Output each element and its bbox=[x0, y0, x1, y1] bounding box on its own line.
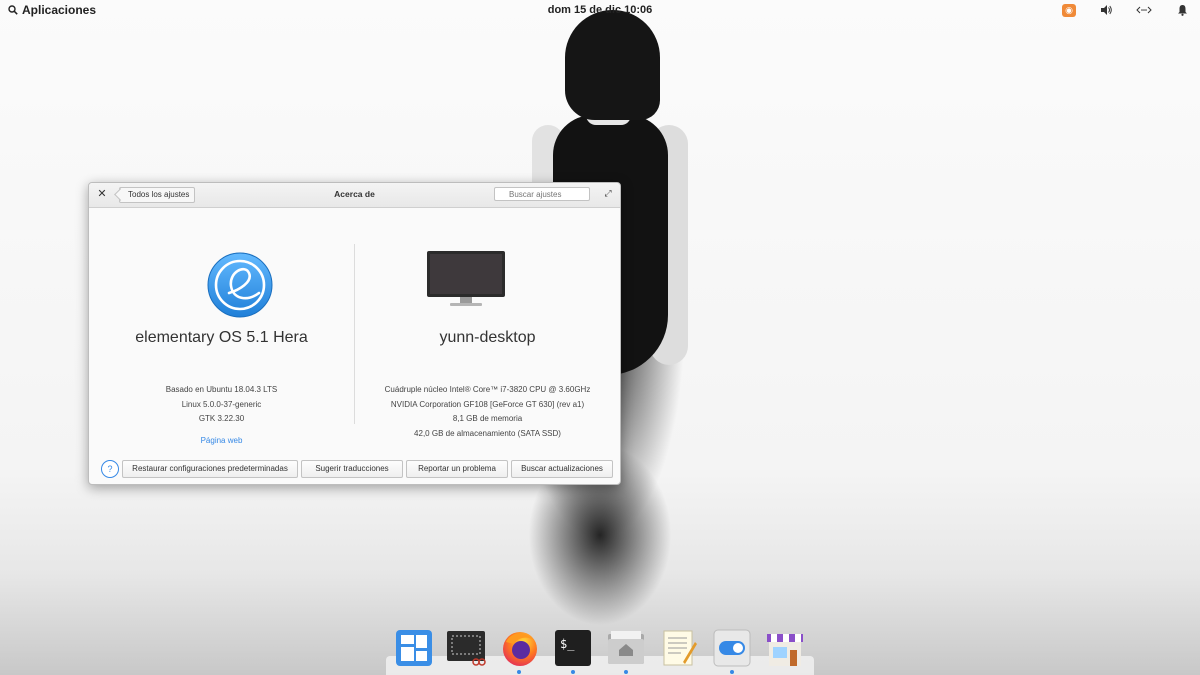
appcenter-icon[interactable] bbox=[765, 628, 805, 668]
wallpaper-figure-neck bbox=[586, 95, 631, 125]
elementary-logo-icon bbox=[207, 252, 273, 318]
maximize-icon[interactable]: ⤢ bbox=[602, 188, 614, 200]
running-indicator bbox=[571, 670, 575, 674]
top-panel: Aplicaciones dom 15 de dic 10:06 ◉ bbox=[0, 0, 1200, 20]
text-editor-icon[interactable] bbox=[659, 628, 699, 668]
os-based-on: Basado en Ubuntu 18.04.3 LTS bbox=[165, 385, 278, 394]
terminal-glyph: $_ bbox=[560, 637, 575, 651]
notifications-icon[interactable] bbox=[1174, 2, 1190, 18]
files-icon[interactable] bbox=[606, 628, 646, 668]
network-icon[interactable] bbox=[1136, 2, 1152, 18]
about-content: elementary OS 5.1 Hera Basado en Ubuntu … bbox=[89, 208, 620, 484]
gpu-info: NVIDIA Corporation GF108 [GeForce GT 630… bbox=[390, 399, 585, 409]
running-indicator bbox=[730, 670, 734, 674]
website-link[interactable]: Página web bbox=[89, 434, 354, 449]
cpu-info: Cuádruple núcleo Intel® Core™ i7-3820 CP… bbox=[384, 385, 591, 394]
wallpaper-figure-arm bbox=[650, 125, 688, 365]
multitasking-view-icon[interactable] bbox=[394, 628, 434, 668]
screenshot-icon[interactable] bbox=[446, 628, 486, 668]
suggest-translations-button[interactable]: Sugerir traducciones bbox=[301, 460, 403, 478]
running-indicator bbox=[624, 670, 628, 674]
hostname: yunn-desktop bbox=[439, 329, 536, 346]
running-indicator bbox=[517, 670, 521, 674]
memory-info: 8,1 GB de memoria bbox=[452, 414, 523, 423]
window-footer: ? Restaurar configuraciones predetermina… bbox=[89, 458, 620, 484]
clock[interactable]: dom 15 de dic 10:06 bbox=[548, 4, 653, 16]
report-problem-button[interactable]: Reportar un problema bbox=[406, 460, 508, 478]
search-input[interactable] bbox=[494, 187, 590, 201]
os-name: elementary OS 5.1 Hera bbox=[135, 329, 308, 346]
about-window: ✕ Todos los ajustes Acerca de ⤢ elementa… bbox=[88, 182, 621, 485]
storage-info: 42,0 GB de almacenamiento (SATA SSD) bbox=[414, 428, 561, 438]
system-settings-icon[interactable] bbox=[712, 628, 752, 668]
monitor-icon bbox=[427, 251, 505, 306]
orange-app-icon[interactable]: ◉ bbox=[1062, 3, 1076, 17]
check-updates-button[interactable]: Buscar actualizaciones bbox=[511, 460, 613, 478]
window-titlebar: ✕ Todos los ajustes Acerca de ⤢ bbox=[89, 183, 620, 208]
wallpaper-figure-hair bbox=[565, 10, 660, 120]
os-kernel: Linux 5.0.0-37-generic bbox=[181, 399, 262, 409]
terminal-icon[interactable]: $_ bbox=[553, 628, 593, 668]
firefox-icon[interactable] bbox=[500, 628, 540, 668]
restore-defaults-button[interactable]: Restaurar configuraciones predeterminada… bbox=[122, 460, 298, 478]
volume-icon[interactable] bbox=[1098, 2, 1114, 18]
os-gtk: GTK 3.22.30 bbox=[198, 414, 245, 423]
help-button[interactable]: ? bbox=[101, 460, 119, 478]
